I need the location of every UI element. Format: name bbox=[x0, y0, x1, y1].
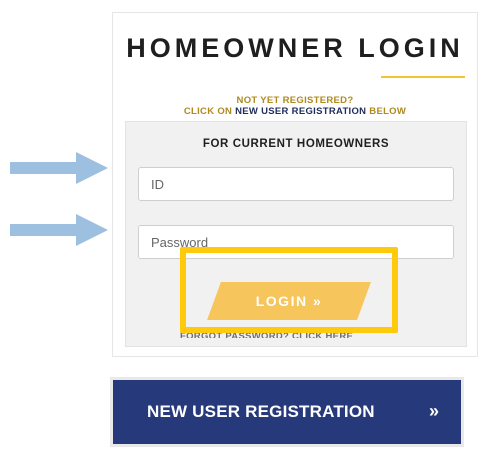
panel-heading: FOR CURRENT HOMEOWNERS bbox=[202, 138, 390, 150]
right-arrow-icon bbox=[10, 214, 108, 246]
chevron-right-icon: » bbox=[428, 401, 439, 421]
registration-note-emphasis: NEW USER REGISTRATION bbox=[235, 106, 367, 117]
title-underline bbox=[381, 76, 465, 78]
right-arrow-icon bbox=[10, 152, 108, 184]
new-user-registration-button[interactable]: NEW USER REGISTRATION » bbox=[113, 380, 461, 444]
new-user-registration-label: NEW USER REGISTRATION bbox=[147, 402, 375, 421]
login-highlight-box bbox=[180, 247, 398, 333]
registration-note-prefix: CLICK ON bbox=[183, 106, 236, 117]
registration-note-line1: NOT YET REGISTERED? bbox=[236, 95, 354, 106]
id-input[interactable] bbox=[138, 167, 454, 201]
registration-note-suffix: BELOW bbox=[366, 106, 407, 117]
page: HOMEOWNER LOGIN NOT YET REGISTERED? CLIC… bbox=[0, 0, 490, 465]
page-title: HOMEOWNER LOGIN bbox=[126, 33, 464, 63]
registration-note-line2: CLICK ON NEW USER REGISTRATION BELOW bbox=[113, 106, 477, 117]
